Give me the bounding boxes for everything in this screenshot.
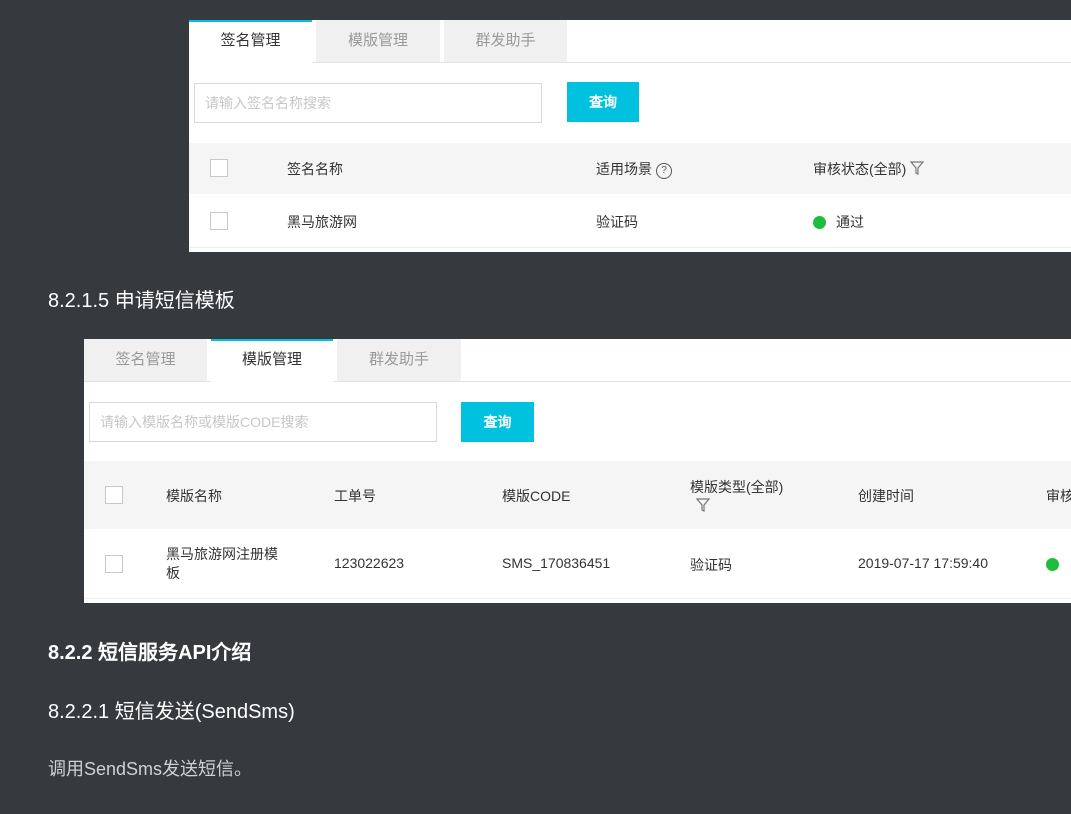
audit-status-label: 通过	[836, 214, 864, 230]
created-time: 2019-07-17 17:59:40	[858, 555, 988, 571]
select-all-checkbox[interactable]	[210, 159, 228, 177]
tab-signature-management[interactable]: 签名管理	[189, 20, 312, 63]
column-template-type[interactable]: 模版类型(全部)	[690, 477, 783, 514]
template-panel: 签名管理 模版管理 群发助手 查询 模版名称 工单号 模版CODE 模版类型(全…	[84, 339, 1071, 603]
column-scene: 适用场景?	[596, 159, 672, 179]
query-button[interactable]: 查询	[567, 82, 639, 122]
tab-template-management[interactable]: 模版管理	[316, 20, 440, 62]
status-dot-icon	[1046, 558, 1059, 571]
filter-icon[interactable]	[696, 498, 710, 513]
column-audit: 审核	[1046, 488, 1071, 504]
template-name-line2: 板	[166, 565, 180, 581]
tab-bar: 签名管理 模版管理 群发助手	[189, 20, 1071, 63]
row-checkbox[interactable]	[105, 555, 123, 573]
template-name-line1: 黑马旅游网注册模	[166, 546, 278, 562]
template-name: 黑马旅游网注册模 板	[166, 545, 278, 583]
table-header: 模版名称 工单号 模版CODE 模版类型(全部) 创建时间 审核	[84, 461, 1071, 529]
query-button[interactable]: 查询	[461, 402, 534, 442]
signature-panel: 签名管理 模版管理 群发助手 查询 签名名称 适用场景? 审核状态(全部) 黑马…	[189, 20, 1071, 252]
tab-bar: 签名管理 模版管理 群发助手	[84, 339, 1071, 382]
filter-icon[interactable]	[910, 161, 925, 176]
column-template-type-label: 模版类型(全部)	[690, 479, 784, 495]
help-icon[interactable]: ?	[656, 163, 672, 179]
template-code: SMS_170836451	[502, 555, 611, 571]
signature-name: 黑马旅游网	[287, 214, 357, 230]
column-created-time: 创建时间	[858, 488, 914, 504]
table-row: 黑马旅游网注册模 板 123022623 SMS_170836451 验证码 2…	[84, 530, 1071, 599]
tab-template-management[interactable]: 模版管理	[211, 339, 333, 382]
audit-status	[1046, 556, 1069, 572]
select-all-checkbox[interactable]	[105, 486, 123, 504]
column-template-name: 模版名称	[166, 488, 222, 504]
column-template-code: 模版CODE	[502, 488, 571, 504]
column-signature-name: 签名名称	[287, 161, 343, 177]
tab-bulk-assistant[interactable]: 群发助手	[444, 20, 567, 62]
template-type: 验证码	[690, 557, 732, 573]
section-heading-822: 8.2.2 短信服务API介绍	[48, 642, 252, 664]
tab-signature-management[interactable]: 签名管理	[84, 339, 207, 381]
status-dot-icon	[813, 216, 826, 229]
template-search-input[interactable]	[89, 402, 437, 442]
scene-value: 验证码	[596, 214, 638, 230]
tab-bulk-assistant[interactable]: 群发助手	[337, 339, 461, 381]
table-row: 黑马旅游网 验证码 通过	[189, 195, 1071, 248]
paragraph-text: 调用SendSms发送短信。	[48, 759, 253, 779]
column-audit-status-label: 审核状态(全部)	[813, 161, 907, 177]
column-ticket-number: 工单号	[334, 488, 376, 504]
section-heading-8221: 8.2.2.1 短信发送(SendSms)	[48, 701, 295, 723]
column-audit-status[interactable]: 审核状态(全部)	[813, 159, 925, 179]
audit-status: 通过	[813, 212, 864, 232]
column-scene-label: 适用场景	[596, 161, 652, 177]
section-heading-8215: 8.2.1.5 申请短信模板	[48, 290, 235, 312]
signature-search-input[interactable]	[194, 83, 542, 123]
row-checkbox[interactable]	[210, 212, 228, 230]
ticket-number: 123022623	[334, 555, 405, 571]
table-header: 签名名称 适用场景? 审核状态(全部)	[189, 143, 1071, 194]
